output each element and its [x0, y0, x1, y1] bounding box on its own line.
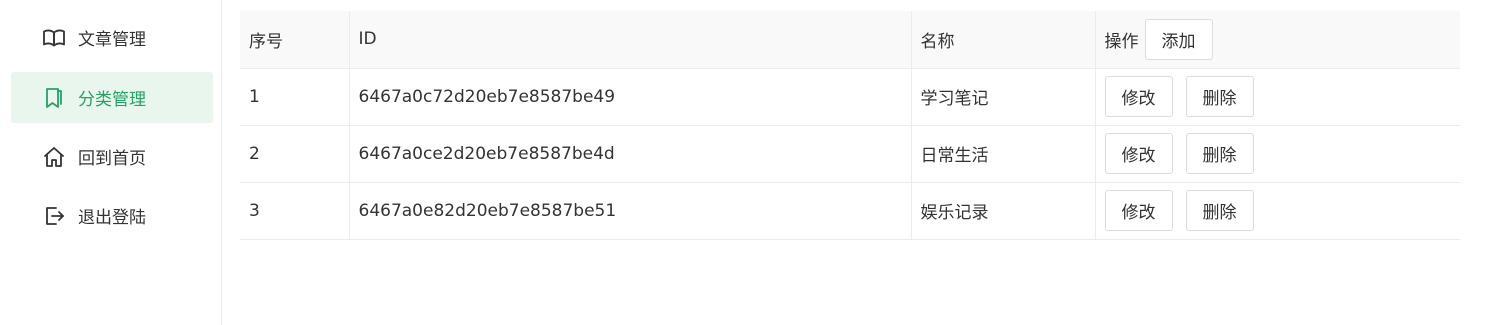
sidebar-item-label: 回到首页 [78, 149, 146, 169]
table-header-row: 序号 ID 名称 操作 添加 [240, 11, 1460, 69]
delete-button[interactable]: 删除 [1185, 76, 1254, 117]
delete-button[interactable]: 删除 [1185, 133, 1254, 174]
header-index: 序号 [240, 11, 349, 69]
cell-name: 日常生活 [910, 125, 1095, 183]
cell-index: 2 [240, 125, 349, 183]
header-actions: 操作 添加 [1094, 11, 1460, 69]
sidebar: 文章管理 分类管理 回到首页 退出登陆 [0, 0, 222, 325]
table-row: 1 6467a0c72d20eb7e8587be49 学习笔记 修改 删除 [240, 68, 1460, 126]
cell-name: 学习笔记 [910, 68, 1095, 126]
home-icon [41, 144, 67, 170]
cell-actions: 修改 删除 [1094, 125, 1460, 183]
header-name: 名称 [910, 11, 1095, 69]
book-open-icon [41, 25, 67, 51]
edit-button[interactable]: 修改 [1104, 133, 1173, 174]
cell-name: 娱乐记录 [910, 182, 1095, 240]
cell-id: 6467a0e82d20eb7e8587be51 [348, 182, 911, 240]
category-table: 序号 ID 名称 操作 添加 1 6467a0c72d20eb7e8587be4… [240, 11, 1460, 240]
header-actions-label: 操作 [1104, 31, 1139, 52]
cell-id: 6467a0c72d20eb7e8587be49 [348, 68, 911, 126]
sidebar-item-categories[interactable]: 分类管理 [11, 72, 213, 123]
sidebar-item-label: 分类管理 [78, 90, 146, 110]
table-row: 2 6467a0ce2d20eb7e8587be4d 日常生活 修改 删除 [240, 125, 1460, 183]
cell-index: 3 [240, 182, 349, 240]
cell-id: 6467a0ce2d20eb7e8587be4d [348, 125, 911, 183]
sidebar-item-articles[interactable]: 文章管理 [11, 12, 213, 63]
edit-button[interactable]: 修改 [1104, 190, 1173, 231]
table-row: 3 6467a0e82d20eb7e8587be51 娱乐记录 修改 删除 [240, 182, 1460, 240]
bookmark-icon [41, 85, 67, 111]
sidebar-item-label: 文章管理 [78, 30, 146, 50]
delete-button[interactable]: 删除 [1185, 190, 1254, 231]
header-id: ID [348, 11, 911, 69]
edit-button[interactable]: 修改 [1104, 76, 1173, 117]
sidebar-item-home[interactable]: 回到首页 [11, 131, 213, 182]
cell-actions: 修改 删除 [1094, 182, 1460, 240]
add-button[interactable]: 添加 [1144, 18, 1213, 60]
cell-actions: 修改 删除 [1094, 68, 1460, 126]
sidebar-item-label: 退出登陆 [78, 208, 146, 228]
cell-index: 1 [240, 68, 349, 126]
sidebar-item-logout[interactable]: 退出登陆 [11, 190, 213, 241]
logout-icon [41, 203, 67, 229]
